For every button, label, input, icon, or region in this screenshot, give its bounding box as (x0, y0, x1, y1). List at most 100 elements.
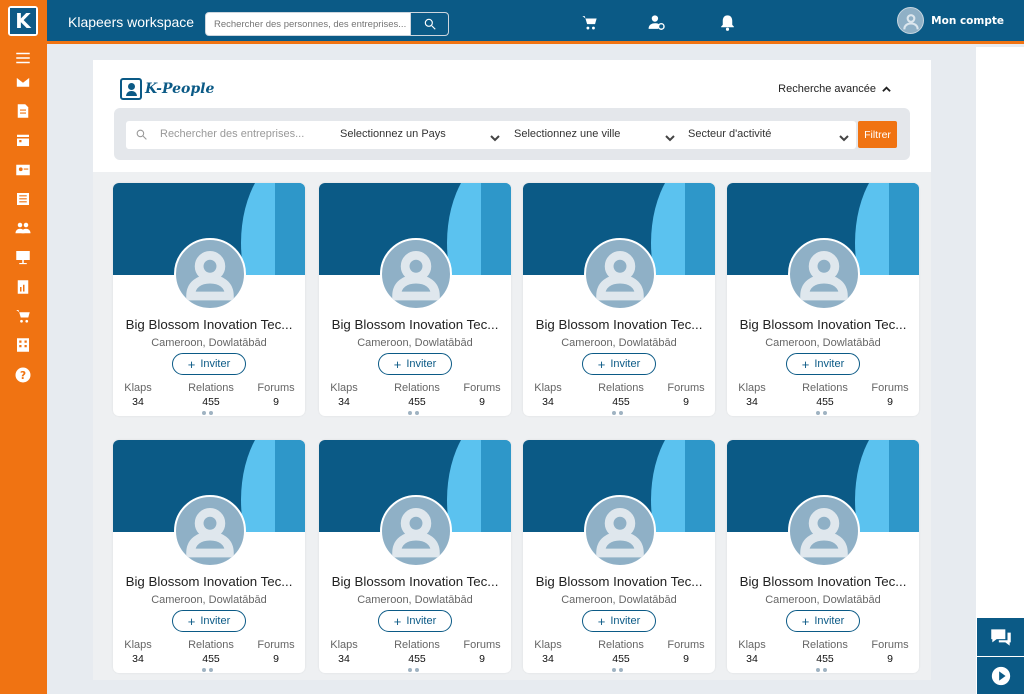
filter-button[interactable]: Filtrer (858, 121, 897, 148)
invite-button[interactable]: + Inviter (786, 353, 860, 375)
stat-value: 455 (612, 653, 630, 665)
more-dots[interactable] (202, 668, 213, 672)
help-icon[interactable]: ? (13, 365, 33, 385)
building-icon[interactable] (13, 335, 33, 355)
report-icon[interactable] (13, 277, 33, 297)
company-location: Cameroon, Dowlatābād (357, 337, 473, 349)
chevron-down-icon (839, 130, 849, 142)
mail-icon[interactable] (13, 72, 33, 92)
stat-relations: Relations 455 (391, 382, 443, 408)
country-select[interactable]: Selectionnez un Pays (340, 128, 446, 140)
company-name[interactable]: Big Blossom Inovation Tec... (113, 574, 305, 589)
stat-value: 34 (746, 396, 758, 408)
play-icon (991, 666, 1010, 685)
company-search-input[interactable]: Rechercher des entreprises... (160, 128, 304, 140)
cart-icon[interactable] (578, 11, 600, 33)
bell-icon[interactable] (716, 11, 738, 33)
city-select[interactable]: Selectionnez une ville (514, 128, 620, 140)
company-card[interactable]: Big Blossom Inovation Tec... Cameroon, Do… (523, 440, 715, 673)
top-bar: Klapeers workspace Mon compte (47, 0, 1024, 44)
company-location: Cameroon, Dowlatābād (765, 594, 881, 606)
kpeople-title: K-People (145, 81, 215, 97)
stat-label: Relations (802, 639, 848, 651)
stat-value: 34 (132, 396, 144, 408)
stat-label: Klaps (738, 639, 766, 651)
invite-label: Inviter (406, 615, 437, 627)
more-dots[interactable] (408, 668, 419, 672)
invite-button[interactable]: + Inviter (172, 610, 246, 632)
invite-button[interactable]: + Inviter (378, 610, 452, 632)
document-icon[interactable] (13, 101, 33, 121)
company-name[interactable]: Big Blossom Inovation Tec... (113, 317, 305, 332)
user-settings-icon[interactable] (645, 11, 667, 33)
company-name[interactable]: Big Blossom Inovation Tec... (727, 574, 919, 589)
company-card[interactable]: Big Blossom Inovation Tec... Cameroon, Do… (727, 183, 919, 416)
left-sidebar: K ? (0, 0, 47, 694)
invite-button[interactable]: + Inviter (582, 610, 656, 632)
invite-button[interactable]: + Inviter (378, 353, 452, 375)
book-icon[interactable] (13, 189, 33, 209)
stat-label: Forums (257, 382, 295, 394)
avatar (584, 238, 656, 310)
calendar-icon[interactable] (13, 130, 33, 150)
stat-relations: Relations 455 (799, 382, 851, 408)
avatar (380, 238, 452, 310)
advanced-search-toggle[interactable]: Recherche avancée (778, 83, 891, 95)
chevron-up-icon (882, 85, 891, 92)
chat-icon (990, 629, 1011, 646)
invite-label: Inviter (406, 358, 437, 370)
more-dots[interactable] (816, 668, 827, 672)
contact-card-icon[interactable] (13, 160, 33, 180)
stat-relations: Relations 455 (391, 639, 443, 665)
company-name[interactable]: Big Blossom Inovation Tec... (523, 317, 715, 332)
company-location: Cameroon, Dowlatābād (151, 337, 267, 349)
stat-forums: Forums 9 (666, 639, 706, 665)
chat-button[interactable] (977, 618, 1024, 656)
invite-button[interactable]: + Inviter (582, 353, 656, 375)
stat-label: Forums (871, 382, 909, 394)
menu-icon[interactable] (13, 48, 33, 68)
stat-value: 9 (683, 653, 689, 665)
play-button[interactable] (977, 657, 1024, 694)
sector-select[interactable]: Secteur d'activité (688, 128, 771, 140)
global-search-input[interactable] (206, 13, 410, 35)
stat-value: 34 (338, 653, 350, 665)
invite-button[interactable]: + Inviter (786, 610, 860, 632)
right-strip (976, 47, 1024, 694)
stat-klaps: Klaps 34 (737, 382, 767, 408)
company-name[interactable]: Big Blossom Inovation Tec... (319, 317, 511, 332)
stat-relations: Relations 455 (595, 639, 647, 665)
stat-forums: Forums 9 (870, 639, 910, 665)
invite-button[interactable]: + Inviter (172, 353, 246, 375)
global-search-button[interactable] (410, 13, 448, 35)
presentation-icon[interactable] (13, 247, 33, 267)
workspace-title: Klapeers workspace (68, 14, 195, 30)
more-dots[interactable] (408, 411, 419, 415)
stat-value: 34 (746, 653, 758, 665)
company-location: Cameroon, Dowlatābād (561, 594, 677, 606)
company-card[interactable]: Big Blossom Inovation Tec... Cameroon, Do… (523, 183, 715, 416)
company-card[interactable]: Big Blossom Inovation Tec... Cameroon, Do… (319, 183, 511, 416)
more-dots[interactable] (816, 411, 827, 415)
stat-value: 455 (408, 653, 426, 665)
stat-value: 455 (202, 653, 220, 665)
stat-label: Klaps (124, 639, 152, 651)
company-card[interactable]: Big Blossom Inovation Tec... Cameroon, Do… (319, 440, 511, 673)
company-card[interactable]: Big Blossom Inovation Tec... Cameroon, Do… (727, 440, 919, 673)
company-name[interactable]: Big Blossom Inovation Tec... (727, 317, 919, 332)
stat-label: Forums (257, 639, 295, 651)
more-dots[interactable] (202, 411, 213, 415)
company-name[interactable]: Big Blossom Inovation Tec... (523, 574, 715, 589)
company-card[interactable]: Big Blossom Inovation Tec... Cameroon, Do… (113, 183, 305, 416)
company-card[interactable]: Big Blossom Inovation Tec... Cameroon, Do… (113, 440, 305, 673)
app-logo[interactable]: K (8, 6, 38, 36)
group-icon[interactable] (13, 218, 33, 238)
more-dots[interactable] (612, 668, 623, 672)
company-name[interactable]: Big Blossom Inovation Tec... (319, 574, 511, 589)
invite-label: Inviter (814, 615, 845, 627)
plus-icon: + (597, 356, 606, 372)
account-menu[interactable]: Mon compte (897, 7, 1004, 34)
more-dots[interactable] (612, 411, 623, 415)
stat-label: Klaps (330, 639, 358, 651)
cart-icon[interactable] (13, 306, 33, 326)
